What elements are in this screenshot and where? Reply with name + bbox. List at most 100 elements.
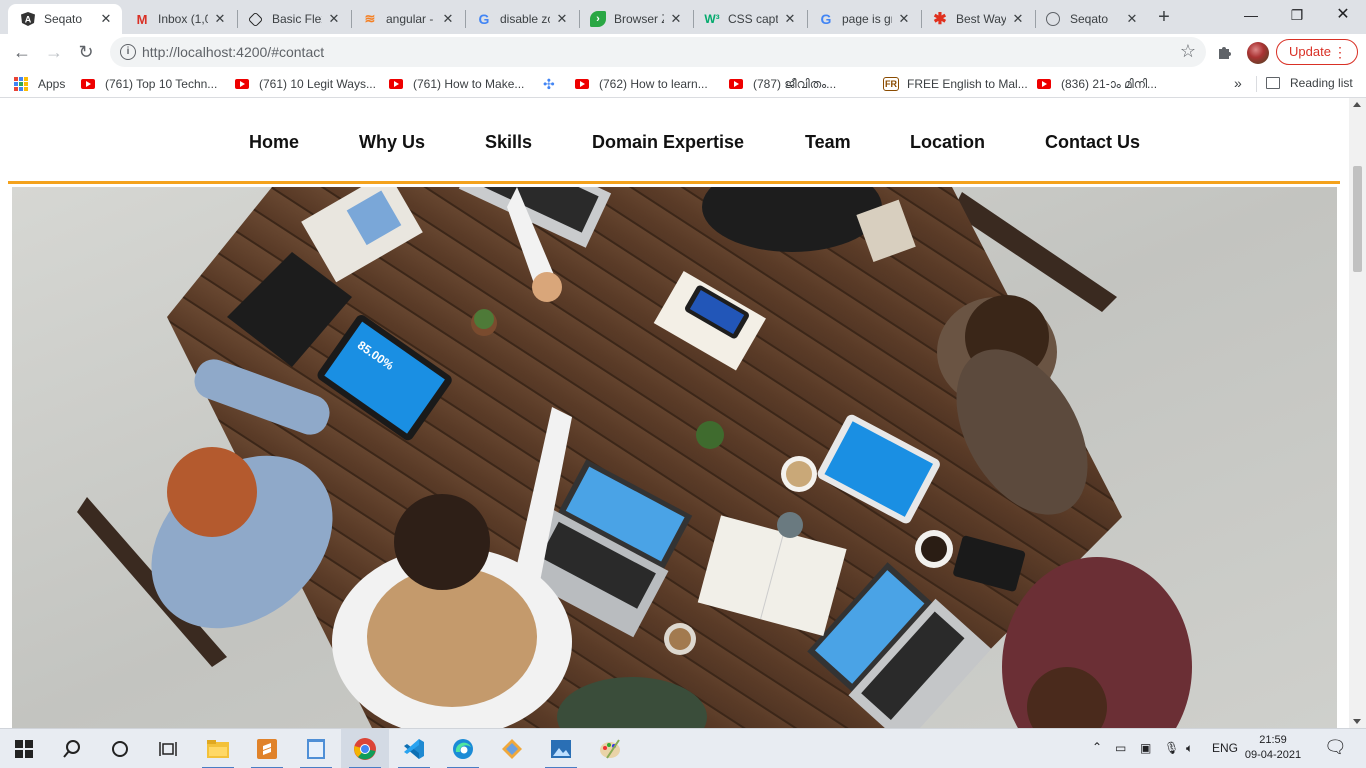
bookmark-item[interactable]: (787) ജീവിതം...	[729, 76, 836, 92]
url-text[interactable]: http://localhost:4200/#contact	[142, 44, 324, 60]
clock-date: 09-04-2021	[1244, 749, 1302, 761]
scroll-down-arrow-icon[interactable]	[1353, 719, 1361, 724]
update-button[interactable]: Update ⋮	[1276, 39, 1358, 65]
bookmark-item[interactable]: (761) How to Make...	[389, 76, 524, 92]
microphone-icon[interactable]: 🎙︎	[1164, 741, 1179, 755]
volume-icon[interactable]: 🔈︎	[1186, 741, 1193, 756]
close-icon[interactable]: ✕	[1124, 11, 1140, 27]
close-icon[interactable]: ✕	[782, 11, 798, 27]
team-meeting-photo: 85.00%	[12, 187, 1337, 728]
photos-button[interactable]	[537, 729, 585, 768]
nav-location[interactable]: Location	[910, 132, 985, 153]
close-icon[interactable]: ✕	[1010, 11, 1026, 27]
bookmark-item[interactable]: (761) Top 10 Techn...	[81, 76, 217, 92]
document-image-icon	[307, 739, 325, 759]
tab-disable-zoom[interactable]: G disable zo ✕	[464, 4, 578, 34]
update-label: Update	[1289, 44, 1331, 59]
close-icon[interactable]: ✕	[326, 11, 342, 27]
address-bar[interactable]: i http://localhost:4200/#contact ☆	[110, 37, 1206, 67]
gmail-icon: M	[136, 11, 148, 27]
angular-icon: A	[20, 11, 36, 27]
reading-list-icon	[1266, 77, 1280, 89]
close-icon[interactable]: ✕	[98, 11, 114, 27]
close-icon[interactable]: ✕	[896, 11, 912, 27]
tab-best-way[interactable]: ✱ Best Way ✕	[920, 4, 1034, 34]
reload-button[interactable]: ↻	[74, 40, 98, 64]
minimize-button[interactable]: —	[1228, 0, 1274, 30]
back-button[interactable]: ←	[10, 40, 34, 64]
tab-label: CSS captu	[728, 12, 778, 26]
bookmark-label: (761) How to Make...	[413, 77, 525, 91]
language-indicator[interactable]: ENG	[1212, 741, 1238, 755]
bookmark-item[interactable]: (836) 21-ാം മിനി...	[1037, 76, 1157, 92]
vscode-button[interactable]	[390, 729, 438, 768]
show-hidden-icons-chevron-icon[interactable]: ⌃	[1092, 740, 1102, 754]
svg-text:A: A	[25, 15, 32, 25]
restore-button[interactable]: ❐	[1274, 0, 1320, 30]
browser-tab-strip: A Seqato ✕ M Inbox (1,0 ✕ Basic Flex ✕ ≋…	[0, 0, 1366, 34]
close-icon[interactable]: ✕	[440, 11, 456, 27]
nav-contact-us[interactable]: Contact Us	[1045, 132, 1140, 153]
git-app-button[interactable]	[488, 729, 536, 768]
bookmark-item[interactable]: (762) How to learn...	[575, 76, 708, 92]
sublime-text-button[interactable]	[243, 729, 291, 768]
start-button[interactable]	[0, 729, 48, 768]
tab-angular[interactable]: ≋ angular - ✕	[350, 4, 464, 34]
close-icon[interactable]: ✕	[668, 11, 684, 27]
tab-label: angular -	[386, 12, 434, 26]
tab-basic-flex[interactable]: Basic Flex ✕	[236, 4, 350, 34]
new-tab-button[interactable]: +	[1152, 6, 1176, 30]
page-viewport: Home Why Us Skills Domain Expertise Team…	[0, 98, 1366, 728]
bookmark-apps[interactable]: Apps	[14, 76, 65, 92]
reading-list-button[interactable]: Reading list	[1266, 76, 1353, 90]
tab-page-is-gr[interactable]: G page is gr ✕	[806, 4, 920, 34]
nav-skills[interactable]: Skills	[485, 132, 532, 153]
search-button[interactable]	[48, 729, 96, 768]
bookmark-item[interactable]: ✣	[543, 76, 567, 92]
bookmark-divider	[1256, 76, 1257, 92]
free-icon: FR	[883, 77, 899, 91]
close-icon[interactable]: ✕	[554, 11, 570, 27]
task-view-button[interactable]	[144, 729, 192, 768]
close-icon[interactable]: ✕	[212, 11, 228, 27]
nav-home[interactable]: Home	[249, 132, 299, 153]
profile-avatar[interactable]	[1247, 42, 1269, 64]
browser-icon: ›	[590, 11, 606, 27]
nav-why-us[interactable]: Why Us	[359, 132, 425, 153]
site-nav: Home Why Us Skills Domain Expertise Team…	[8, 98, 1340, 184]
cortana-button[interactable]	[96, 729, 144, 768]
extensions-puzzle-icon[interactable]	[1216, 43, 1234, 61]
page-scrollbar[interactable]	[1349, 98, 1366, 728]
chrome-button[interactable]	[341, 729, 389, 768]
google-icon: G	[820, 11, 832, 27]
w3schools-icon: W³	[704, 12, 720, 26]
stackoverflow-icon: ≋	[364, 11, 376, 26]
site-info-icon[interactable]: i	[120, 44, 136, 60]
tab-browser-zoom[interactable]: › Browser Z ✕	[578, 4, 692, 34]
notepad-button[interactable]	[292, 729, 340, 768]
meet-camera-icon[interactable]: ▣	[1140, 741, 1151, 755]
bookmark-item[interactable]: (761) 10 Legit Ways...	[235, 76, 376, 92]
file-explorer-button[interactable]	[194, 729, 242, 768]
bookmark-label: (787) ജീവിതം...	[753, 76, 837, 91]
browser-toolbar: ← → ↻ i http://localhost:4200/#contact ☆…	[0, 34, 1366, 70]
tab-css-capture[interactable]: W³ CSS captu ✕	[692, 4, 806, 34]
nav-team[interactable]: Team	[805, 132, 851, 153]
close-window-button[interactable]: ✕	[1320, 0, 1366, 30]
scrollbar-thumb[interactable]	[1353, 166, 1362, 272]
system-clock[interactable]: 21:59 09-04-2021	[1238, 733, 1308, 763]
nav-domain-expertise[interactable]: Domain Expertise	[592, 132, 744, 153]
tab-seqato[interactable]: Seqato ✕	[1034, 4, 1148, 34]
network-icon[interactable]: ▭	[1115, 741, 1126, 755]
bookmark-star-icon[interactable]: ☆	[1180, 41, 1196, 62]
scroll-up-arrow-icon[interactable]	[1353, 102, 1361, 107]
edge-button[interactable]	[439, 729, 487, 768]
notifications-icon[interactable]: 🗨︎	[1324, 737, 1347, 758]
forward-button[interactable]: →	[42, 40, 66, 64]
tab-label: Best Way	[956, 12, 1006, 26]
more-bookmarks-icon[interactable]: »	[1234, 75, 1242, 91]
tab-seqato-active[interactable]: A Seqato ✕	[8, 4, 122, 34]
bookmark-item[interactable]: FR FREE English to Mal...	[883, 76, 1028, 92]
tab-inbox[interactable]: M Inbox (1,0 ✕	[122, 4, 236, 34]
paint-button[interactable]	[586, 729, 634, 768]
